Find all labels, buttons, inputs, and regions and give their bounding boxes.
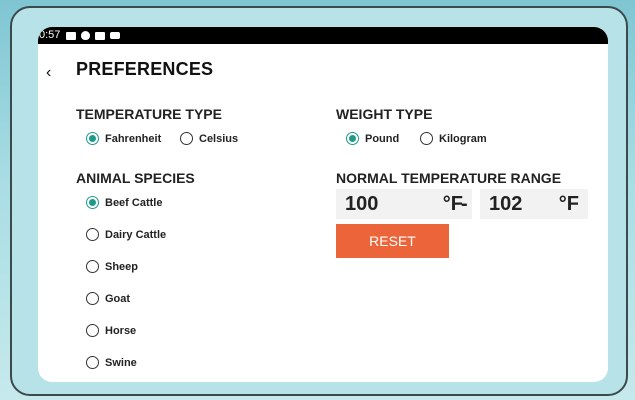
radio-horse[interactable]: Horse — [86, 324, 136, 337]
radio-pound[interactable]: Pound — [346, 132, 399, 145]
temperature-type-label: TEMPERATURE TYPE — [76, 106, 222, 122]
radio-label: Kilogram — [439, 132, 487, 145]
temperature-min-value: 100 — [345, 192, 379, 215]
back-chevron-icon[interactable]: ‹ — [46, 64, 51, 82]
radio-label: Sheep — [105, 260, 139, 273]
radio-label: Fahrenheit — [105, 132, 162, 145]
shield-icon — [81, 31, 91, 40]
radio-unchecked-icon — [86, 356, 99, 369]
animal-species-label: ANIMAL SPECIES — [76, 170, 195, 186]
radio-label: Dairy Cattle — [105, 228, 167, 241]
radio-goat[interactable]: Goat — [86, 292, 130, 305]
reset-button[interactable]: RESET — [336, 224, 449, 258]
status-time: 0:57 — [39, 29, 61, 41]
temperature-max-unit: °F — [558, 192, 579, 215]
temperature-max-field[interactable]: 102 °F — [480, 189, 588, 219]
temperature-min-unit: °F — [442, 192, 463, 215]
radio-label: Horse — [105, 324, 137, 337]
radio-label: Swine — [105, 356, 137, 369]
radio-unchecked-icon — [86, 228, 99, 241]
radio-unchecked-icon — [86, 260, 99, 273]
gallery-icon — [66, 31, 77, 40]
radio-swine[interactable]: Swine — [86, 356, 137, 369]
normal-temperature-range-label: NORMAL TEMPERATURE RANGE — [336, 170, 562, 186]
weight-type-label: WEIGHT TYPE — [336, 106, 433, 122]
page-title: PREFERENCES — [76, 59, 214, 79]
image-icon — [95, 31, 106, 40]
temperature-max-value: 102 — [489, 192, 523, 215]
radio-label: Celsius — [199, 132, 239, 145]
radio-fahrenheit[interactable]: Fahrenheit — [86, 132, 161, 145]
status-bar: 0:57 — [38, 27, 608, 44]
radio-unchecked-icon — [86, 292, 99, 305]
radio-checked-icon — [346, 132, 359, 145]
app-screen: 0:57 ‹ PREFERENCES TEMPERATURE TYPE Fahr… — [38, 27, 608, 382]
range-separator: - — [461, 193, 468, 215]
radio-checked-icon — [86, 132, 99, 145]
radio-unchecked-icon — [180, 132, 193, 145]
radio-kilogram[interactable]: Kilogram — [420, 132, 487, 145]
radio-sheep[interactable]: Sheep — [86, 260, 138, 273]
radio-dairy-cattle[interactable]: Dairy Cattle — [86, 228, 166, 241]
radio-label: Beef Cattle — [105, 196, 163, 209]
radio-unchecked-icon — [86, 324, 99, 337]
radio-checked-icon — [86, 196, 99, 209]
radio-label: Pound — [365, 132, 400, 145]
radio-unchecked-icon — [420, 132, 433, 145]
radio-beef-cattle[interactable]: Beef Cattle — [86, 196, 162, 209]
temperature-min-field[interactable]: 100 °F — [336, 189, 472, 219]
radio-celsius[interactable]: Celsius — [180, 132, 238, 145]
radio-label: Goat — [105, 292, 131, 305]
youtube-icon — [110, 32, 121, 39]
